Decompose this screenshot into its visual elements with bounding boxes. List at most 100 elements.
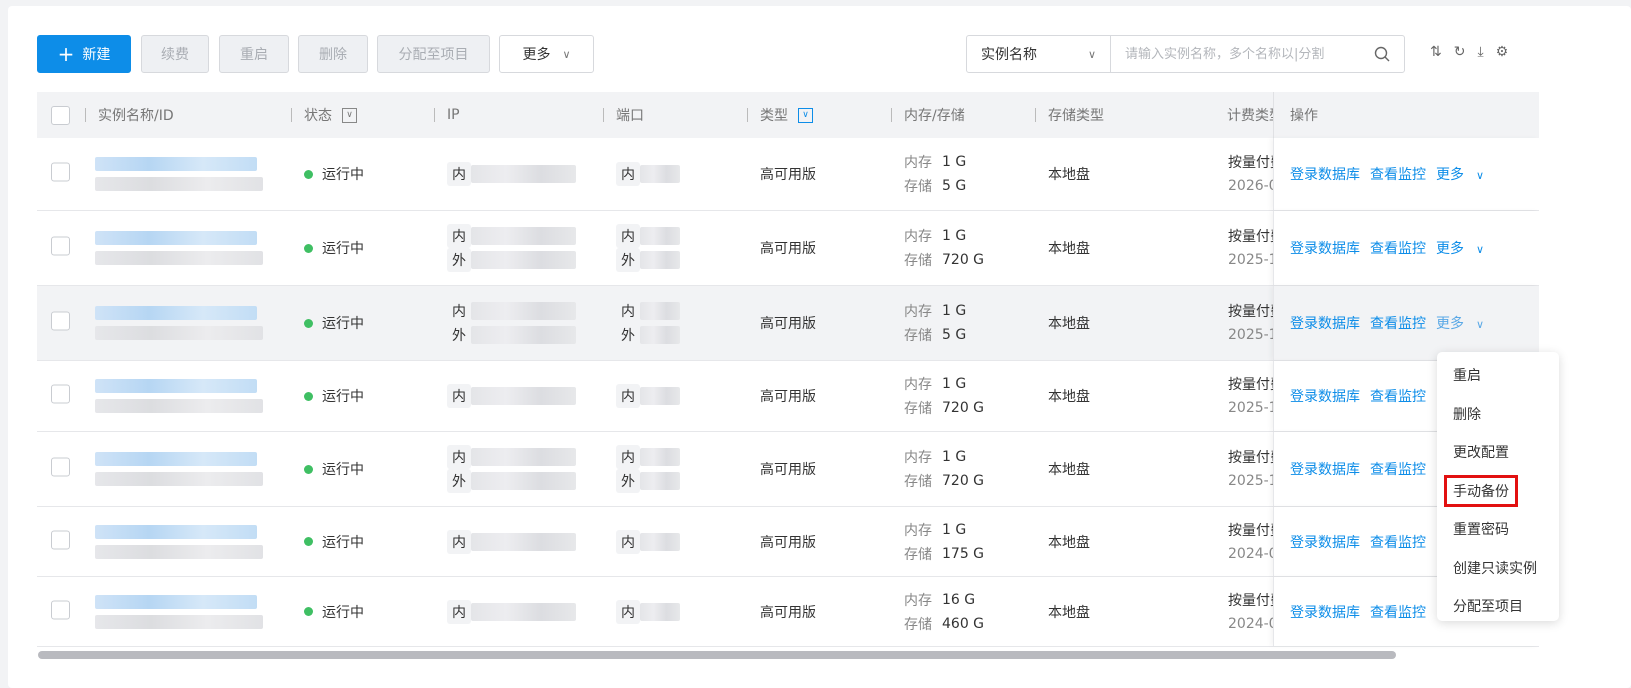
redacted-value: [471, 227, 576, 245]
row-checkbox[interactable]: [51, 457, 70, 477]
instance-name-link[interactable]: [95, 594, 257, 609]
status-badge: 运行中: [304, 386, 364, 406]
view-monitor-link[interactable]: 查看监控: [1370, 602, 1426, 622]
view-monitor-link[interactable]: 查看监控: [1370, 164, 1426, 184]
assign-project-button[interactable]: 分配至项目: [377, 35, 490, 73]
storage-type-text: 本地盘: [1048, 316, 1090, 332]
storage-label: 存储: [904, 474, 932, 490]
storage-type-text: 本地盘: [1048, 462, 1090, 478]
menu-item[interactable]: 分配至项目: [1437, 587, 1559, 626]
instance-name-link[interactable]: [95, 524, 257, 539]
running-dot-icon: [304, 243, 313, 253]
memory-label: 内存: [904, 522, 932, 539]
new-button[interactable]: + 新建: [37, 35, 131, 73]
more-actions-dropdown[interactable]: 更多 ∨: [1436, 238, 1484, 258]
memory-label: 内存: [904, 450, 932, 466]
search-input[interactable]: [1111, 36, 1374, 72]
sort-icon[interactable]: ⇅: [1430, 44, 1442, 60]
ip-cell: 内: [447, 599, 576, 624]
menu-item-label: 手动备份: [1444, 474, 1518, 507]
row-checkbox[interactable]: [51, 311, 70, 331]
port-cell: 内: [616, 599, 680, 624]
outer-tag: 外: [616, 469, 640, 493]
memory-value: 1 G: [942, 521, 967, 538]
refresh-icon[interactable]: ↻: [1454, 44, 1466, 60]
search-icon[interactable]: [1374, 36, 1404, 72]
status-text: 运行中: [322, 604, 364, 621]
menu-item-label: 重启: [1453, 368, 1481, 385]
menu-item[interactable]: 重置密码: [1437, 510, 1559, 549]
login-database-link[interactable]: 登录数据库: [1290, 459, 1360, 479]
redacted-value: [471, 602, 576, 621]
menu-item[interactable]: 手动备份: [1437, 472, 1559, 511]
column-type: 类型: [760, 108, 788, 124]
table-row: 运行中 内 内 高可用版 内存 1 G 存储 175 G 本地盘 按量付费 2024-0…: [37, 507, 1539, 577]
status-text: 运行中: [322, 167, 364, 183]
more-button[interactable]: 更多 ∨: [499, 35, 594, 73]
instance-name-link[interactable]: [95, 157, 257, 171]
column-storage-type: 存储类型: [1048, 108, 1104, 124]
chevron-down-icon: ∨: [1087, 47, 1096, 61]
view-monitor-link[interactable]: 查看监控: [1370, 238, 1426, 258]
storage-value: 5 G: [942, 327, 967, 343]
storage-label: 存储: [904, 401, 932, 417]
inner-tag: 内: [447, 299, 471, 323]
row-checkbox[interactable]: [51, 530, 70, 549]
memory-value: 1 G: [942, 376, 967, 392]
view-monitor-link[interactable]: 查看监控: [1370, 532, 1426, 552]
outer-tag: 外: [616, 248, 640, 272]
more-label: 更多: [1436, 316, 1464, 332]
menu-item[interactable]: 删除: [1437, 395, 1559, 434]
outer-tag: 外: [616, 323, 640, 347]
view-monitor-link[interactable]: 查看监控: [1370, 313, 1426, 333]
memory-label: 内存: [904, 229, 932, 245]
menu-item[interactable]: 更改配置: [1437, 433, 1559, 472]
instance-name-link[interactable]: [95, 379, 257, 393]
menu-item[interactable]: 创建只读实例: [1437, 549, 1559, 588]
login-database-link[interactable]: 登录数据库: [1290, 532, 1360, 552]
delete-button[interactable]: 删除: [298, 35, 368, 73]
login-database-link[interactable]: 登录数据库: [1290, 602, 1360, 622]
more-actions-dropdown[interactable]: 更多 ∨: [1436, 164, 1484, 184]
column-ip: IP: [447, 107, 460, 123]
search-box: 实例名称 ∨: [966, 35, 1405, 73]
status-badge: 运行中: [304, 238, 364, 258]
port-cell: 内: [616, 162, 680, 186]
memory-value: 16 G: [942, 591, 976, 608]
instance-name-link[interactable]: [95, 231, 257, 245]
filter-icon[interactable]: ∨: [798, 107, 813, 123]
row-checkbox[interactable]: [51, 162, 70, 182]
more-actions-dropdown[interactable]: 更多 ∨: [1436, 313, 1484, 333]
login-database-link[interactable]: 登录数据库: [1290, 238, 1360, 258]
search-field-select[interactable]: 实例名称 ∨: [967, 36, 1111, 72]
billing-cell: 按量付费 2025-1: [1228, 224, 1273, 272]
instance-name-link[interactable]: [95, 452, 257, 466]
renew-button[interactable]: 续费: [141, 35, 209, 73]
login-database-link[interactable]: 登录数据库: [1290, 164, 1360, 184]
filter-icon[interactable]: ∨: [342, 107, 357, 123]
row-checkbox[interactable]: [51, 236, 70, 256]
instance-id: [95, 177, 263, 191]
type-text: 高可用版: [760, 534, 816, 551]
view-monitor-link[interactable]: 查看监控: [1370, 386, 1426, 406]
view-monitor-link[interactable]: 查看监控: [1370, 459, 1426, 479]
chevron-down-icon: ∨: [562, 47, 571, 61]
memory-storage-cell: 内存 1 G 存储 720 G: [904, 372, 984, 420]
settings-icon[interactable]: ⚙: [1496, 44, 1509, 60]
login-database-link[interactable]: 登录数据库: [1290, 313, 1360, 333]
row-checkbox[interactable]: [51, 384, 70, 404]
instance-name-link[interactable]: [95, 306, 257, 320]
select-all-checkbox[interactable]: [51, 105, 70, 125]
row-checkbox[interactable]: [51, 600, 70, 619]
download-icon[interactable]: ⤓: [1477, 44, 1483, 60]
horizontal-scrollbar[interactable]: [38, 651, 1396, 659]
redacted-value: [640, 227, 680, 245]
port-cell: 内外: [616, 445, 680, 493]
table-row: 运行中 内外 内外 高可用版 内存 1 G 存储 720 G 本地盘 按量付费 2025…: [37, 432, 1539, 507]
login-database-link[interactable]: 登录数据库: [1290, 386, 1360, 406]
restart-button[interactable]: 重启: [219, 35, 289, 73]
instance-id: [95, 614, 263, 629]
menu-item-label: 分配至项目: [1453, 599, 1523, 616]
menu-item[interactable]: 重启: [1437, 356, 1559, 395]
redacted-value: [471, 165, 576, 183]
